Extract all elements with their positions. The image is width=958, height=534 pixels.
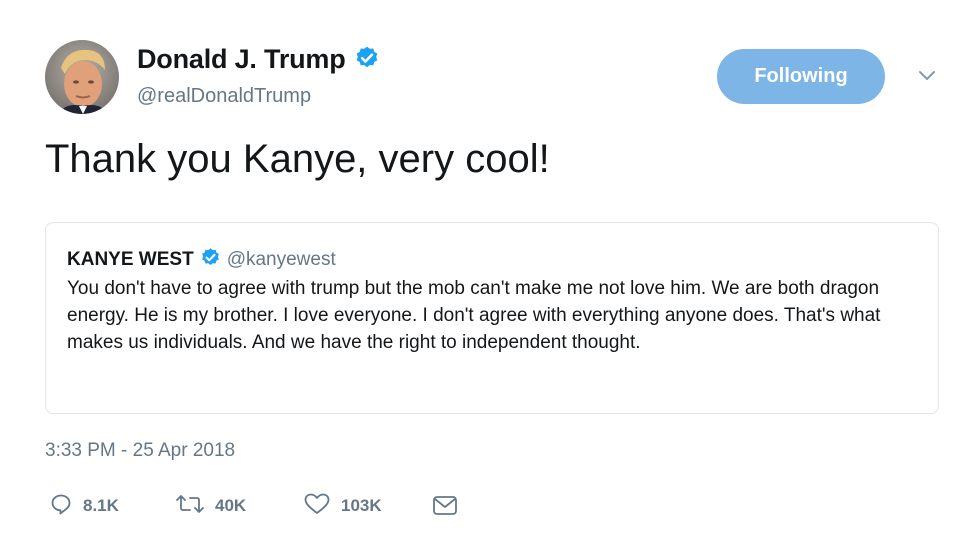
reply-icon	[49, 492, 73, 521]
heart-icon	[303, 492, 331, 521]
envelope-icon	[432, 496, 458, 521]
tweet-timestamp[interactable]: 3:33 PM - 25 Apr 2018	[45, 440, 235, 462]
like-button[interactable]: 103K	[303, 492, 382, 520]
quoted-tweet-header: KANYE WEST @kanyewest	[67, 247, 336, 274]
quoted-tweet[interactable]: KANYE WEST @kanyewest You don't have to …	[45, 222, 939, 414]
retweet-icon	[175, 492, 205, 521]
tweet-text: Thank you Kanye, very cool!	[45, 137, 550, 181]
quoted-author-handle: @kanyewest	[226, 249, 336, 270]
quoted-author-name: KANYE WEST	[67, 249, 194, 270]
avatar-image	[45, 40, 119, 114]
avatar[interactable]	[45, 40, 119, 114]
retweet-button[interactable]: 40K	[175, 492, 246, 520]
quoted-tweet-text: You don't have to agree with trump but t…	[67, 278, 881, 353]
reply-button[interactable]: 8.1K	[49, 492, 119, 520]
verified-badge-icon	[354, 45, 380, 78]
following-button[interactable]: Following	[717, 49, 885, 104]
chevron-down-icon[interactable]	[915, 64, 939, 88]
retweet-count: 40K	[215, 496, 247, 515]
author-handle[interactable]: @realDonaldTrump	[137, 85, 311, 108]
verified-badge-icon	[200, 247, 221, 274]
like-count: 103K	[341, 496, 382, 515]
direct-message-button[interactable]	[432, 495, 458, 517]
reply-count: 8.1K	[83, 496, 119, 515]
author-name-row[interactable]: Donald J. Trump	[137, 44, 380, 78]
author-name[interactable]: Donald J. Trump	[137, 44, 346, 74]
